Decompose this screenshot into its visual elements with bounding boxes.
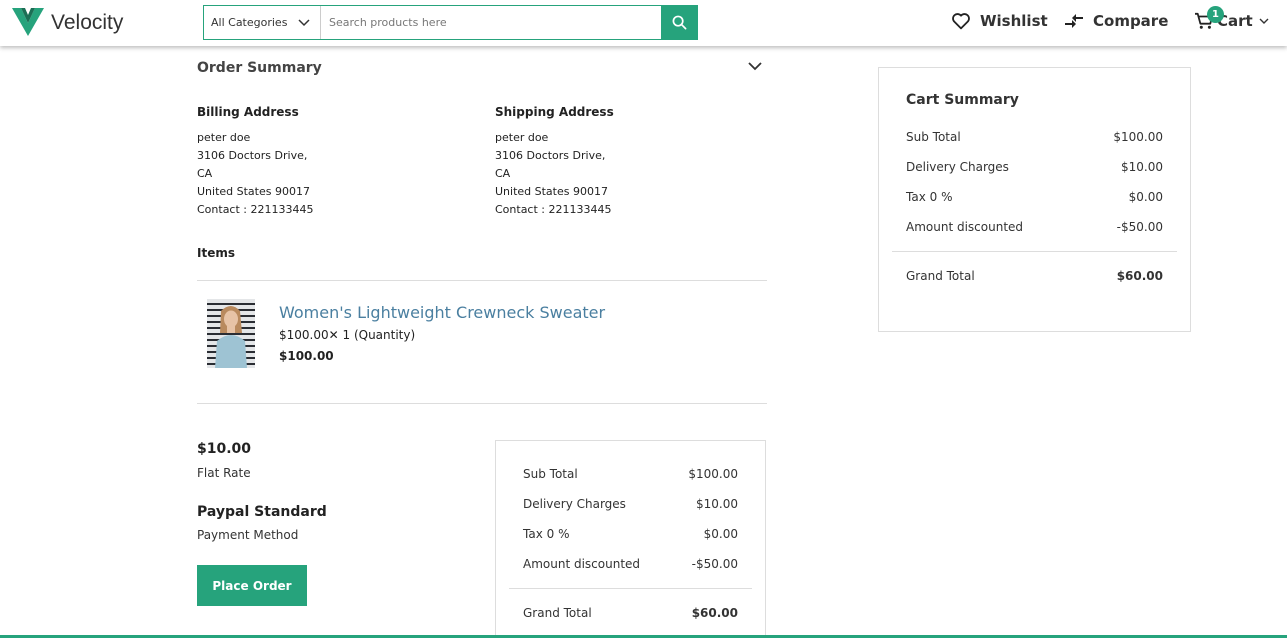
shipping-address-title: Shipping Address (495, 105, 614, 119)
heart-icon (952, 13, 970, 30)
cart-summary-row: Tax 0 % $0.00 (906, 190, 1163, 204)
totals-value: $0.00 (703, 527, 738, 541)
collapse-chevron-icon[interactable] (747, 60, 763, 72)
cart-grand-total-label: Grand Total (906, 269, 975, 283)
billing-name: peter doe (197, 131, 251, 144)
billing-street: 3106 Doctors Drive, (197, 149, 308, 162)
billing-address: peter doe 3106 Doctors Drive, CA United … (197, 129, 313, 219)
cart-summary-title: Cart Summary (906, 92, 1019, 108)
divider (197, 403, 767, 404)
shipping-street: 3106 Doctors Drive, (495, 149, 606, 162)
wishlist-label: Wishlist (980, 12, 1048, 30)
shipping-method-price: $10.00 (197, 441, 252, 457)
shipping-contact: Contact : 221133445 (495, 203, 612, 216)
search-bar: All Categories (203, 5, 698, 40)
order-totals-box: Sub Total $100.00 Delivery Charges $10.0… (495, 440, 766, 638)
billing-contact: Contact : 221133445 (197, 203, 314, 216)
cart-summary-label: Sub Total (906, 130, 961, 144)
logo[interactable]: Velocity (12, 6, 123, 38)
cart-summary-row: Delivery Charges $10.00 (906, 160, 1163, 174)
cart-summary-value: $100.00 (1113, 130, 1163, 144)
cart-link[interactable]: 1 Cart (1194, 6, 1269, 30)
payment-method-label: Payment Method (197, 528, 299, 542)
totals-label: Amount discounted (523, 557, 641, 571)
totals-row: Amount discounted -$50.00 (523, 557, 738, 571)
totals-label: Sub Total (523, 467, 578, 481)
cart-grand-total-value: $60.00 (1116, 269, 1163, 283)
cart-summary-label: Amount discounted (906, 220, 1024, 234)
billing-address-title: Billing Address (197, 105, 299, 119)
order-summary-title: Order Summary (197, 60, 322, 76)
top-header: Velocity All Categories Wishlist (0, 0, 1287, 46)
search-input[interactable] (321, 6, 661, 39)
product-total: $100.00 (279, 349, 334, 363)
shipping-country-zip: United States 90017 (495, 185, 608, 198)
place-order-button[interactable]: Place Order (197, 565, 307, 606)
chevron-down-icon (1259, 18, 1269, 24)
cart-grand-total-row: Grand Total $60.00 (906, 269, 1163, 283)
billing-country-zip: United States 90017 (197, 185, 310, 198)
product-name-link[interactable]: Women's Lightweight Crewneck Sweater (279, 303, 605, 322)
totals-row: Tax 0 % $0.00 (523, 527, 738, 541)
totals-value: $100.00 (688, 467, 738, 481)
totals-value: $10.00 (696, 497, 738, 511)
logo-text: Velocity (51, 11, 124, 34)
compare-arrows-icon (1065, 14, 1083, 28)
wishlist-link[interactable]: Wishlist (951, 12, 1048, 30)
grand-total-value: $60.00 (691, 606, 738, 620)
category-select-value: All Categories (211, 16, 288, 29)
cart-count-badge: 1 (1207, 6, 1224, 23)
totals-row: Sub Total $100.00 (523, 467, 738, 481)
product-quantity: $100.00✕ 1 (Quantity) (279, 328, 416, 342)
billing-state: CA (197, 167, 213, 180)
cart-summary-value: $10.00 (1121, 160, 1163, 174)
grand-total-row: Grand Total $60.00 (523, 606, 738, 620)
divider (892, 251, 1177, 252)
chevron-down-icon (298, 18, 310, 26)
search-icon (672, 15, 686, 30)
cart-summary-label: Delivery Charges (906, 160, 1009, 174)
cart-summary-label: Tax 0 % (906, 190, 953, 204)
cart-summary-row: Amount discounted -$50.00 (906, 220, 1163, 234)
totals-row: Delivery Charges $10.00 (523, 497, 738, 511)
grand-total-label: Grand Total (523, 606, 592, 620)
product-thumbnail[interactable] (207, 299, 255, 368)
cart-summary-value: $0.00 (1128, 190, 1163, 204)
totals-label: Tax 0 % (523, 527, 570, 541)
category-select[interactable]: All Categories (204, 6, 321, 39)
totals-label: Delivery Charges (523, 497, 626, 511)
payment-method-name: Paypal Standard (197, 504, 327, 520)
shipping-state: CA (495, 167, 511, 180)
search-button[interactable] (661, 6, 697, 39)
shipping-address: peter doe 3106 Doctors Drive, CA United … (495, 129, 611, 219)
cart-summary-row: Sub Total $100.00 (906, 130, 1163, 144)
cart-summary-box: Cart Summary Sub Total $100.00 Delivery … (878, 67, 1191, 332)
compare-label: Compare (1093, 12, 1169, 30)
divider (197, 280, 767, 281)
product-image (207, 299, 255, 368)
shipping-name: peter doe (495, 131, 549, 144)
totals-value: -$50.00 (691, 557, 738, 571)
shipping-method-name: Flat Rate (197, 466, 251, 480)
divider (509, 588, 752, 589)
cart-summary-value: -$50.00 (1116, 220, 1163, 234)
velocity-logo-icon (12, 8, 44, 36)
compare-link[interactable]: Compare (1064, 12, 1168, 30)
items-label: Items (197, 246, 235, 260)
